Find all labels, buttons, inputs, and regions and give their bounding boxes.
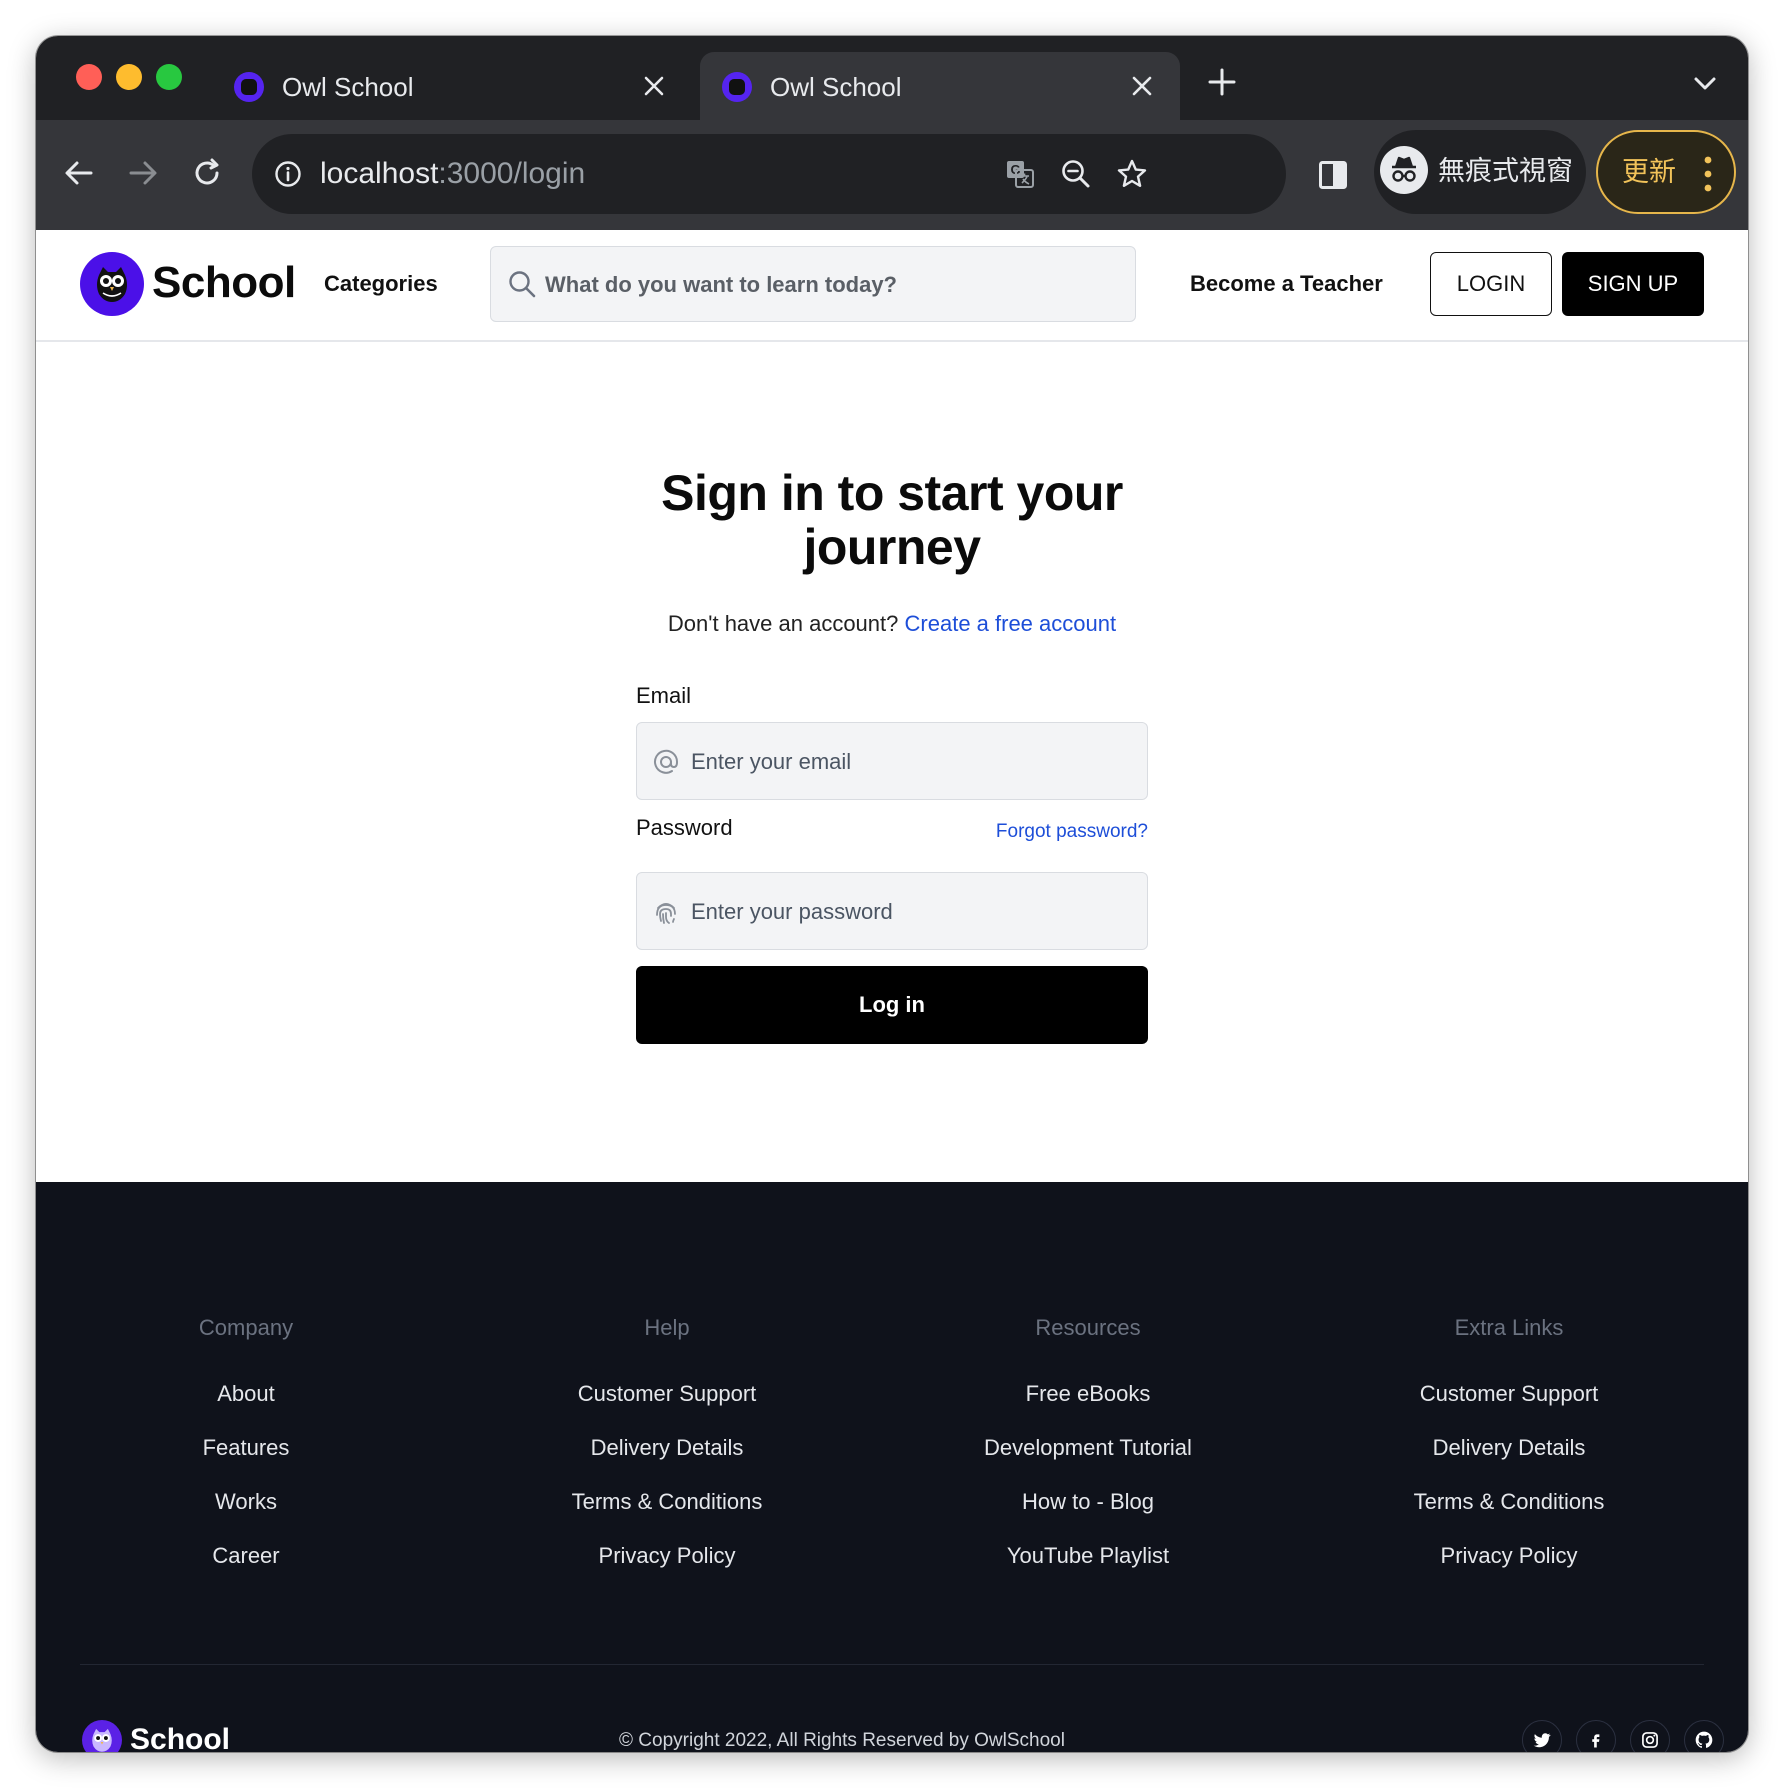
footer-column-title: Company — [198, 1315, 294, 1340]
browser-toolbar: localhost:3000/login G 無痕式視窗 更新 — [36, 120, 1748, 230]
footer-column-resources: Resources Free eBooks Development Tutori… — [908, 1314, 1268, 1596]
site-info-icon[interactable] — [274, 160, 302, 188]
footer-column-title: Resources — [1035, 1315, 1141, 1340]
login-submit-button[interactable]: Log in — [636, 966, 1148, 1044]
copyright-text: © Copyright 2022, All Rights Reserved by… — [619, 1730, 1065, 1751]
password-field[interactable]: Enter your password — [636, 872, 1148, 950]
tab-strip: Owl School Owl School — [36, 36, 1748, 120]
footer-link[interactable]: Features — [66, 1434, 426, 1462]
tab-search-chevron-icon[interactable] — [1690, 68, 1720, 98]
page-title-line2: journey — [803, 519, 981, 575]
back-arrow-icon[interactable] — [54, 148, 104, 198]
footer-link[interactable]: Career — [66, 1542, 426, 1570]
course-search-input[interactable]: What do you want to learn today? — [490, 246, 1136, 322]
password-label: Password — [636, 815, 733, 840]
url-path: :3000/login — [438, 157, 586, 190]
no-account-text: Don't have an account? — [667, 611, 899, 636]
footer-link[interactable]: About — [66, 1380, 426, 1408]
owl-favicon-icon — [234, 72, 264, 102]
nav-categories[interactable]: Categories — [324, 270, 438, 298]
tab-title: Owl School — [282, 72, 414, 102]
reload-icon[interactable] — [182, 148, 232, 198]
header-login-button[interactable]: LOGIN — [1430, 252, 1552, 316]
footer-column-help: Help Customer Support Delivery Details T… — [487, 1314, 847, 1596]
twitter-icon[interactable] — [1522, 1720, 1562, 1752]
become-teacher-link[interactable]: Become a Teacher — [1190, 270, 1383, 298]
forward-arrow-icon[interactable] — [118, 148, 168, 198]
search-icon — [507, 269, 537, 299]
search-placeholder: What do you want to learn today? — [545, 272, 897, 297]
github-icon[interactable] — [1684, 1720, 1724, 1752]
email-field[interactable]: Enter your email — [636, 722, 1148, 800]
footer-link[interactable]: Customer Support — [1329, 1380, 1689, 1408]
footer-column-company: Company About Features Works Career — [66, 1314, 426, 1596]
footer-link[interactable]: YouTube Playlist — [908, 1542, 1268, 1570]
owl-favicon-icon — [722, 72, 752, 102]
login-main: Sign in to start your journey Don't have… — [36, 342, 1748, 1182]
address-bar[interactable]: localhost:3000/login G — [252, 134, 1286, 214]
close-window-button[interactable] — [76, 64, 102, 90]
more-menu-icon[interactable] — [1704, 154, 1712, 194]
incognito-label: 無痕式視窗 — [1438, 156, 1573, 186]
close-tab-icon[interactable] — [1124, 68, 1160, 104]
footer-column-title: Help — [644, 1315, 690, 1340]
footer-link[interactable]: Terms & Conditions — [487, 1488, 847, 1516]
page-title-line1: Sign in to start your — [661, 465, 1123, 521]
site-header: School Categories What do you want to le… — [36, 230, 1748, 342]
site-footer: Company About Features Works Career Help… — [36, 1182, 1748, 1752]
side-panel-icon[interactable] — [1318, 160, 1348, 190]
password-placeholder: Enter your password — [691, 899, 893, 924]
footer-link[interactable]: Development Tutorial — [908, 1434, 1268, 1462]
url-host: localhost — [320, 157, 439, 190]
footer-link[interactable]: How to - Blog — [908, 1488, 1268, 1516]
footer-column-extra-links: Extra Links Customer Support Delivery De… — [1329, 1314, 1689, 1596]
footer-link[interactable]: Free eBooks — [908, 1380, 1268, 1408]
signup-prompt: Don't have an account? Create a free acc… — [36, 610, 1748, 638]
footer-link[interactable]: Delivery Details — [487, 1434, 847, 1462]
browser-tab[interactable]: Owl School — [212, 52, 692, 120]
owl-logo-icon[interactable] — [80, 252, 144, 316]
bookmark-star-icon[interactable] — [1116, 158, 1148, 190]
header-signup-button[interactable]: SIGN UP — [1562, 252, 1704, 316]
translate-icon[interactable]: G — [1004, 158, 1036, 190]
create-account-link[interactable]: Create a free account — [905, 611, 1117, 636]
at-sign-icon — [653, 749, 679, 775]
page-title: Sign in to start your journey — [592, 466, 1192, 574]
owl-logo-icon[interactable] — [82, 1720, 122, 1752]
browser-tab-active[interactable]: Owl School — [700, 52, 1180, 120]
maximize-window-button[interactable] — [156, 64, 182, 90]
minimize-window-button[interactable] — [116, 64, 142, 90]
logo-text[interactable]: School — [152, 256, 296, 310]
footer-column-title: Extra Links — [1454, 1315, 1564, 1340]
incognito-indicator[interactable]: 無痕式視窗 — [1374, 130, 1586, 214]
footer-logo-text[interactable]: School — [130, 1720, 230, 1752]
zoom-icon[interactable] — [1060, 158, 1092, 190]
update-button[interactable]: 更新 — [1596, 130, 1736, 214]
footer-link[interactable]: Privacy Policy — [487, 1542, 847, 1570]
new-tab-button[interactable] — [1202, 62, 1242, 102]
fingerprint-icon — [653, 899, 679, 925]
url-text: localhost:3000/login — [320, 156, 585, 192]
close-tab-icon[interactable] — [636, 68, 672, 104]
footer-link[interactable]: Privacy Policy — [1329, 1542, 1689, 1570]
forgot-password-link[interactable]: Forgot password? — [996, 818, 1148, 846]
footer-link[interactable]: Works — [66, 1488, 426, 1516]
email-placeholder: Enter your email — [691, 749, 852, 774]
footer-link[interactable]: Customer Support — [487, 1380, 847, 1408]
update-label: 更新 — [1622, 157, 1676, 187]
incognito-icon — [1380, 146, 1428, 194]
tab-title: Owl School — [770, 72, 902, 102]
instagram-icon[interactable] — [1630, 1720, 1670, 1752]
browser-window: Owl School Owl School localhost:3000/log… — [36, 36, 1748, 1752]
email-label: Email — [636, 683, 692, 708]
facebook-icon[interactable] — [1576, 1720, 1616, 1752]
footer-link[interactable]: Delivery Details — [1329, 1434, 1689, 1462]
footer-divider — [80, 1664, 1704, 1665]
footer-link[interactable]: Terms & Conditions — [1329, 1488, 1689, 1516]
